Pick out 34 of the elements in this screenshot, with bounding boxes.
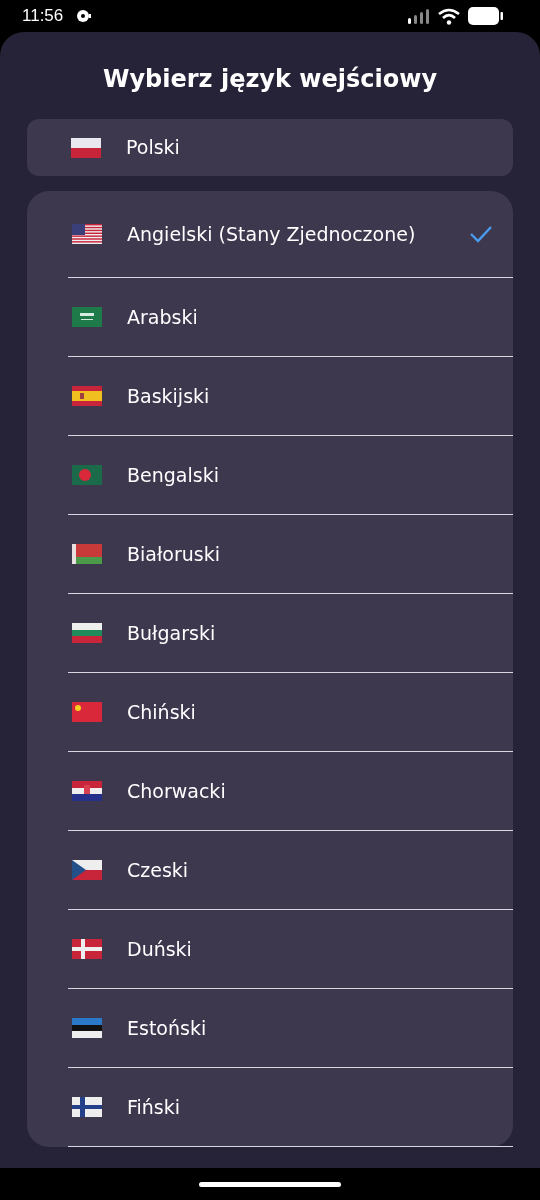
language-item[interactable]: Chiński bbox=[68, 673, 513, 752]
notification-icon bbox=[75, 9, 92, 23]
flag-icon bbox=[72, 544, 102, 564]
wifi-icon bbox=[438, 7, 460, 25]
flag-icon bbox=[72, 386, 102, 406]
flag-icon bbox=[72, 1097, 102, 1117]
language-item[interactable]: Estoński bbox=[68, 989, 513, 1068]
flag-icon bbox=[72, 465, 102, 485]
flag-icon bbox=[72, 781, 102, 801]
home-indicator[interactable] bbox=[199, 1181, 341, 1187]
language-item[interactable]: Fiński bbox=[68, 1068, 513, 1147]
language-item[interactable]: Czeski bbox=[68, 831, 513, 910]
flag-icon bbox=[72, 860, 102, 880]
dialog-title: Wybierz język wejściowy bbox=[101, 64, 439, 95]
language-item[interactable]: Angielski (Stany Zjednoczone) bbox=[68, 191, 513, 278]
current-language-item[interactable]: Polski bbox=[27, 119, 513, 176]
flag-icon bbox=[71, 137, 101, 158]
flag-icon bbox=[72, 702, 102, 722]
flag-icon bbox=[72, 307, 102, 327]
language-item[interactable]: Chorwacki bbox=[68, 752, 513, 831]
language-item[interactable]: Bułgarski bbox=[68, 594, 513, 673]
status-time: 11:56 bbox=[22, 6, 64, 26]
flag-icon bbox=[72, 224, 102, 244]
language-item[interactable]: Duński bbox=[68, 910, 513, 989]
flag-icon bbox=[72, 939, 102, 959]
flag-icon bbox=[72, 623, 102, 643]
language-item[interactable]: Arabski bbox=[68, 278, 513, 357]
battery-icon bbox=[468, 7, 504, 25]
flag-icon bbox=[72, 1018, 102, 1038]
check-icon bbox=[469, 225, 493, 243]
language-item[interactable]: Bengalski bbox=[68, 436, 513, 515]
signal-icon bbox=[408, 8, 430, 24]
language-item[interactable]: Baskijski bbox=[68, 357, 513, 436]
language-item[interactable]: Białoruski bbox=[68, 515, 513, 594]
